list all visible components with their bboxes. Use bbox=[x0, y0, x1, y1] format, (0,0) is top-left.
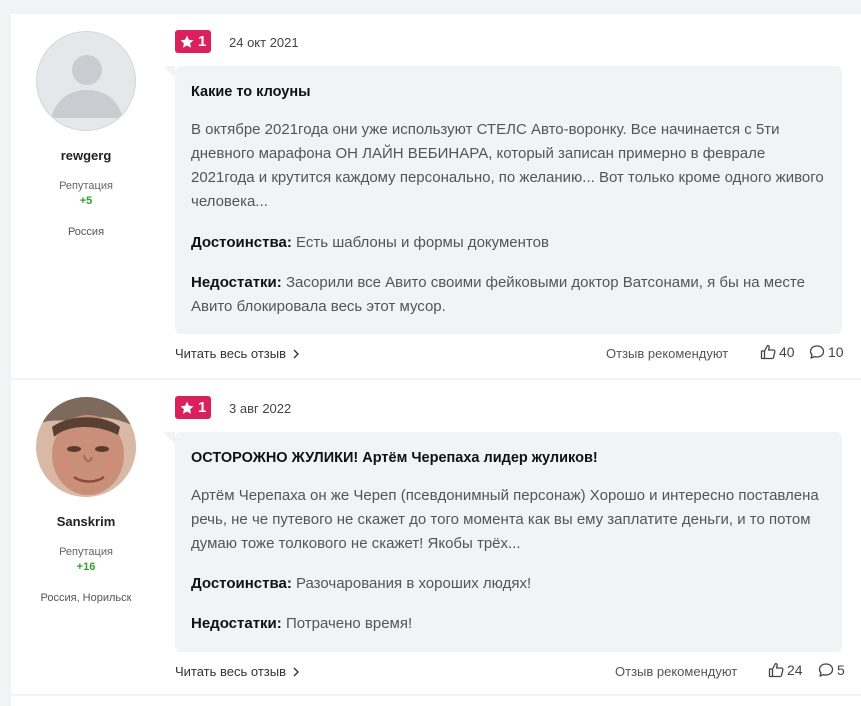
next-review-edge bbox=[11, 696, 861, 706]
reputation-label: Репутация bbox=[59, 180, 113, 192]
recommend-label: Отзыв рекомендуют bbox=[615, 664, 738, 679]
username[interactable]: Sanskrim bbox=[11, 514, 161, 529]
comments-count: 5 bbox=[837, 662, 845, 678]
likes-count: 40 bbox=[779, 344, 795, 360]
review-date: 24 окт 2021 bbox=[229, 35, 299, 50]
rating-badge: 1 bbox=[175, 396, 212, 419]
star-icon bbox=[180, 401, 194, 414]
user-photo[interactable] bbox=[36, 397, 136, 497]
review-footer: Читать весь отзыв Отзыв рекомендуют 24 5 bbox=[175, 662, 845, 682]
review-card: Какие то клоуны В октябре 2021года они у… bbox=[163, 66, 842, 334]
read-more-link[interactable]: Читать весь отзыв bbox=[175, 664, 300, 679]
user-location: Россия, Норильск bbox=[40, 592, 132, 604]
pros-label: Достоинства: bbox=[191, 234, 292, 251]
default-avatar-icon[interactable] bbox=[36, 31, 136, 131]
review-cons: Недостатки: Засорили все Авито своими фе… bbox=[191, 271, 831, 319]
pros-text: Есть шаблоны и формы документов bbox=[296, 234, 549, 251]
review-title[interactable]: Какие то клоуны bbox=[191, 84, 310, 100]
cons-label: Недостатки: bbox=[191, 274, 282, 291]
thumbs-up-icon bbox=[768, 662, 784, 678]
reputation-label: Репутация bbox=[59, 546, 113, 558]
cons-text: Засорили все Авито своими фейковыми докт… bbox=[191, 274, 805, 315]
comments-button[interactable]: 10 bbox=[809, 344, 844, 360]
review-item: rewgerg Репутация +5 Россия 1 24 окт 202… bbox=[11, 14, 861, 378]
read-more-label: Читать весь отзыв bbox=[175, 664, 287, 679]
comment-icon bbox=[818, 663, 834, 677]
cons-label: Недостатки: bbox=[191, 615, 282, 632]
review-item: Sanskrim Репутация +16 Россия, Норильск … bbox=[11, 380, 861, 694]
user-location: Россия bbox=[67, 226, 105, 238]
star-icon bbox=[180, 35, 194, 48]
read-more-label: Читать весь отзыв bbox=[175, 346, 287, 361]
rating-value: 1 bbox=[198, 399, 207, 416]
like-button[interactable]: 24 bbox=[768, 662, 803, 678]
cons-text: Потрачено время! bbox=[285, 615, 413, 632]
recommend-label: Отзыв рекомендуют bbox=[606, 346, 729, 361]
chevron-right-icon bbox=[293, 667, 300, 676]
username[interactable]: rewgerg bbox=[11, 148, 161, 163]
review-card: ОСТОРОЖНО ЖУЛИКИ! Артём Черепаха лидер ж… bbox=[163, 432, 842, 652]
thumbs-up-icon bbox=[760, 344, 776, 360]
comments-button[interactable]: 5 bbox=[818, 662, 845, 678]
rating-badge: 1 bbox=[175, 30, 212, 53]
review-pros: Достоинства: Разочарования в хороших люд… bbox=[191, 572, 831, 596]
review-footer: Читать весь отзыв Отзыв рекомендуют 40 1… bbox=[175, 344, 845, 364]
review-cons: Недостатки: Потрачено время! bbox=[191, 612, 831, 636]
review-title[interactable]: ОСТОРОЖНО ЖУЛИКИ! Артём Черепаха лидер ж… bbox=[191, 450, 598, 466]
reputation-value: +5 bbox=[79, 195, 93, 207]
comments-count: 10 bbox=[828, 344, 844, 360]
pros-text: Разочарования в хороших людях! bbox=[296, 575, 532, 592]
review-text: Артём Черепаха он же Череп (псевдонимный… bbox=[191, 487, 819, 552]
review-date: 3 авг 2022 bbox=[229, 401, 292, 416]
chevron-right-icon bbox=[293, 349, 300, 358]
pros-label: Достоинства: bbox=[191, 575, 292, 592]
likes-count: 24 bbox=[787, 662, 803, 678]
read-more-link[interactable]: Читать весь отзыв bbox=[175, 346, 300, 361]
review-pros: Достоинства: Есть шаблоны и формы докуме… bbox=[191, 231, 831, 255]
review-text: В октябре 2021года они уже используют СТ… bbox=[191, 121, 824, 210]
reputation-value: +16 bbox=[76, 561, 96, 573]
rating-value: 1 bbox=[198, 33, 207, 50]
like-button[interactable]: 40 bbox=[760, 344, 795, 360]
comment-icon bbox=[809, 345, 825, 359]
